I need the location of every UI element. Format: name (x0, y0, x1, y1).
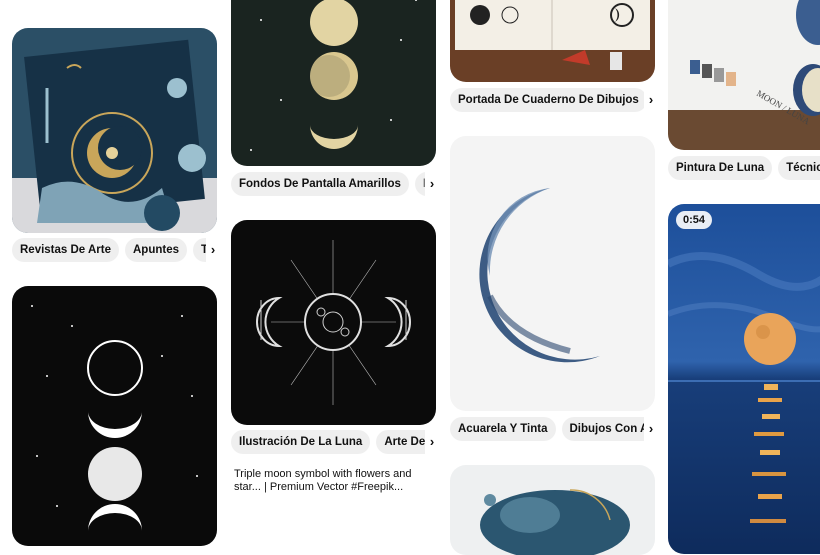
chip[interactable]: Revistas De Arte (12, 238, 119, 262)
moon-phases-artwork (12, 286, 217, 546)
pin-image-moon-journal[interactable] (12, 28, 217, 233)
pin-image-moon-swatches[interactable]: MOON / LUNA (668, 0, 820, 150)
pin-chips-row: Portada De Cuaderno De Dibujos | (450, 88, 644, 112)
chip[interactable]: Ilustración De La Luna (231, 430, 371, 454)
moon-journal-artwork (12, 28, 217, 233)
watercolor-galaxy-artwork (450, 465, 655, 555)
moon-sea-artwork (668, 204, 820, 554)
chevron-right-icon[interactable]: › (644, 88, 658, 112)
video-duration-badge: 0:54 (676, 211, 713, 229)
pin-chips-row: Acuarela Y Tinta Dibujos Con Acu (450, 417, 644, 441)
chip[interactable]: Apuntes (124, 238, 187, 262)
pin-chips-row: Fondos De Pantalla Amarillos Mar (231, 172, 425, 196)
chip[interactable]: Técnicas (778, 156, 820, 180)
chevron-right-icon[interactable]: › (206, 238, 220, 262)
pin-image-sketchbook[interactable] (450, 0, 655, 82)
pin-description[interactable]: Triple moon symbol with flowers and star… (234, 468, 429, 494)
sketchbook-artwork (450, 0, 655, 82)
pin-image-watercolor-crescent[interactable] (450, 136, 655, 411)
chevron-right-icon[interactable]: › (644, 417, 658, 441)
pin-image-watercolor-galaxy[interactable] (450, 465, 655, 555)
chip[interactable]: Técn (192, 238, 206, 262)
chip[interactable]: Arte De Lu (376, 430, 425, 454)
pin-video-moon-sea[interactable] (668, 204, 820, 554)
chip[interactable]: Acuarela Y Tinta (450, 417, 556, 441)
pin-image-triple-moon[interactable] (231, 220, 436, 425)
chevron-right-icon[interactable]: › (425, 172, 439, 196)
chip[interactable]: Pintura De Luna (668, 156, 773, 180)
pin-image-moon-phases[interactable] (12, 286, 217, 546)
watercolor-crescent-artwork (450, 136, 655, 411)
moon-swatches-artwork: MOON / LUNA (668, 0, 820, 150)
pin-chips-row: Ilustración De La Luna Arte De Lu (231, 430, 425, 454)
pin-chips-row: Pintura De Luna Técnicas (668, 156, 820, 180)
chevron-right-icon[interactable]: › (425, 430, 439, 454)
pin-image-gold-moon-phases[interactable] (231, 0, 436, 166)
pin-chips-row: Revistas De Arte Apuntes Técn (12, 238, 206, 262)
triple-moon-artwork (231, 220, 436, 425)
chip[interactable]: Fondos De Pantalla Amarillos (231, 172, 409, 196)
chip[interactable]: Mar (414, 172, 425, 196)
chip[interactable]: Dibujos Con Acu (561, 417, 644, 441)
gold-moons-artwork (231, 0, 436, 166)
chip[interactable]: Portada De Cuaderno De Dibujos (450, 88, 644, 112)
